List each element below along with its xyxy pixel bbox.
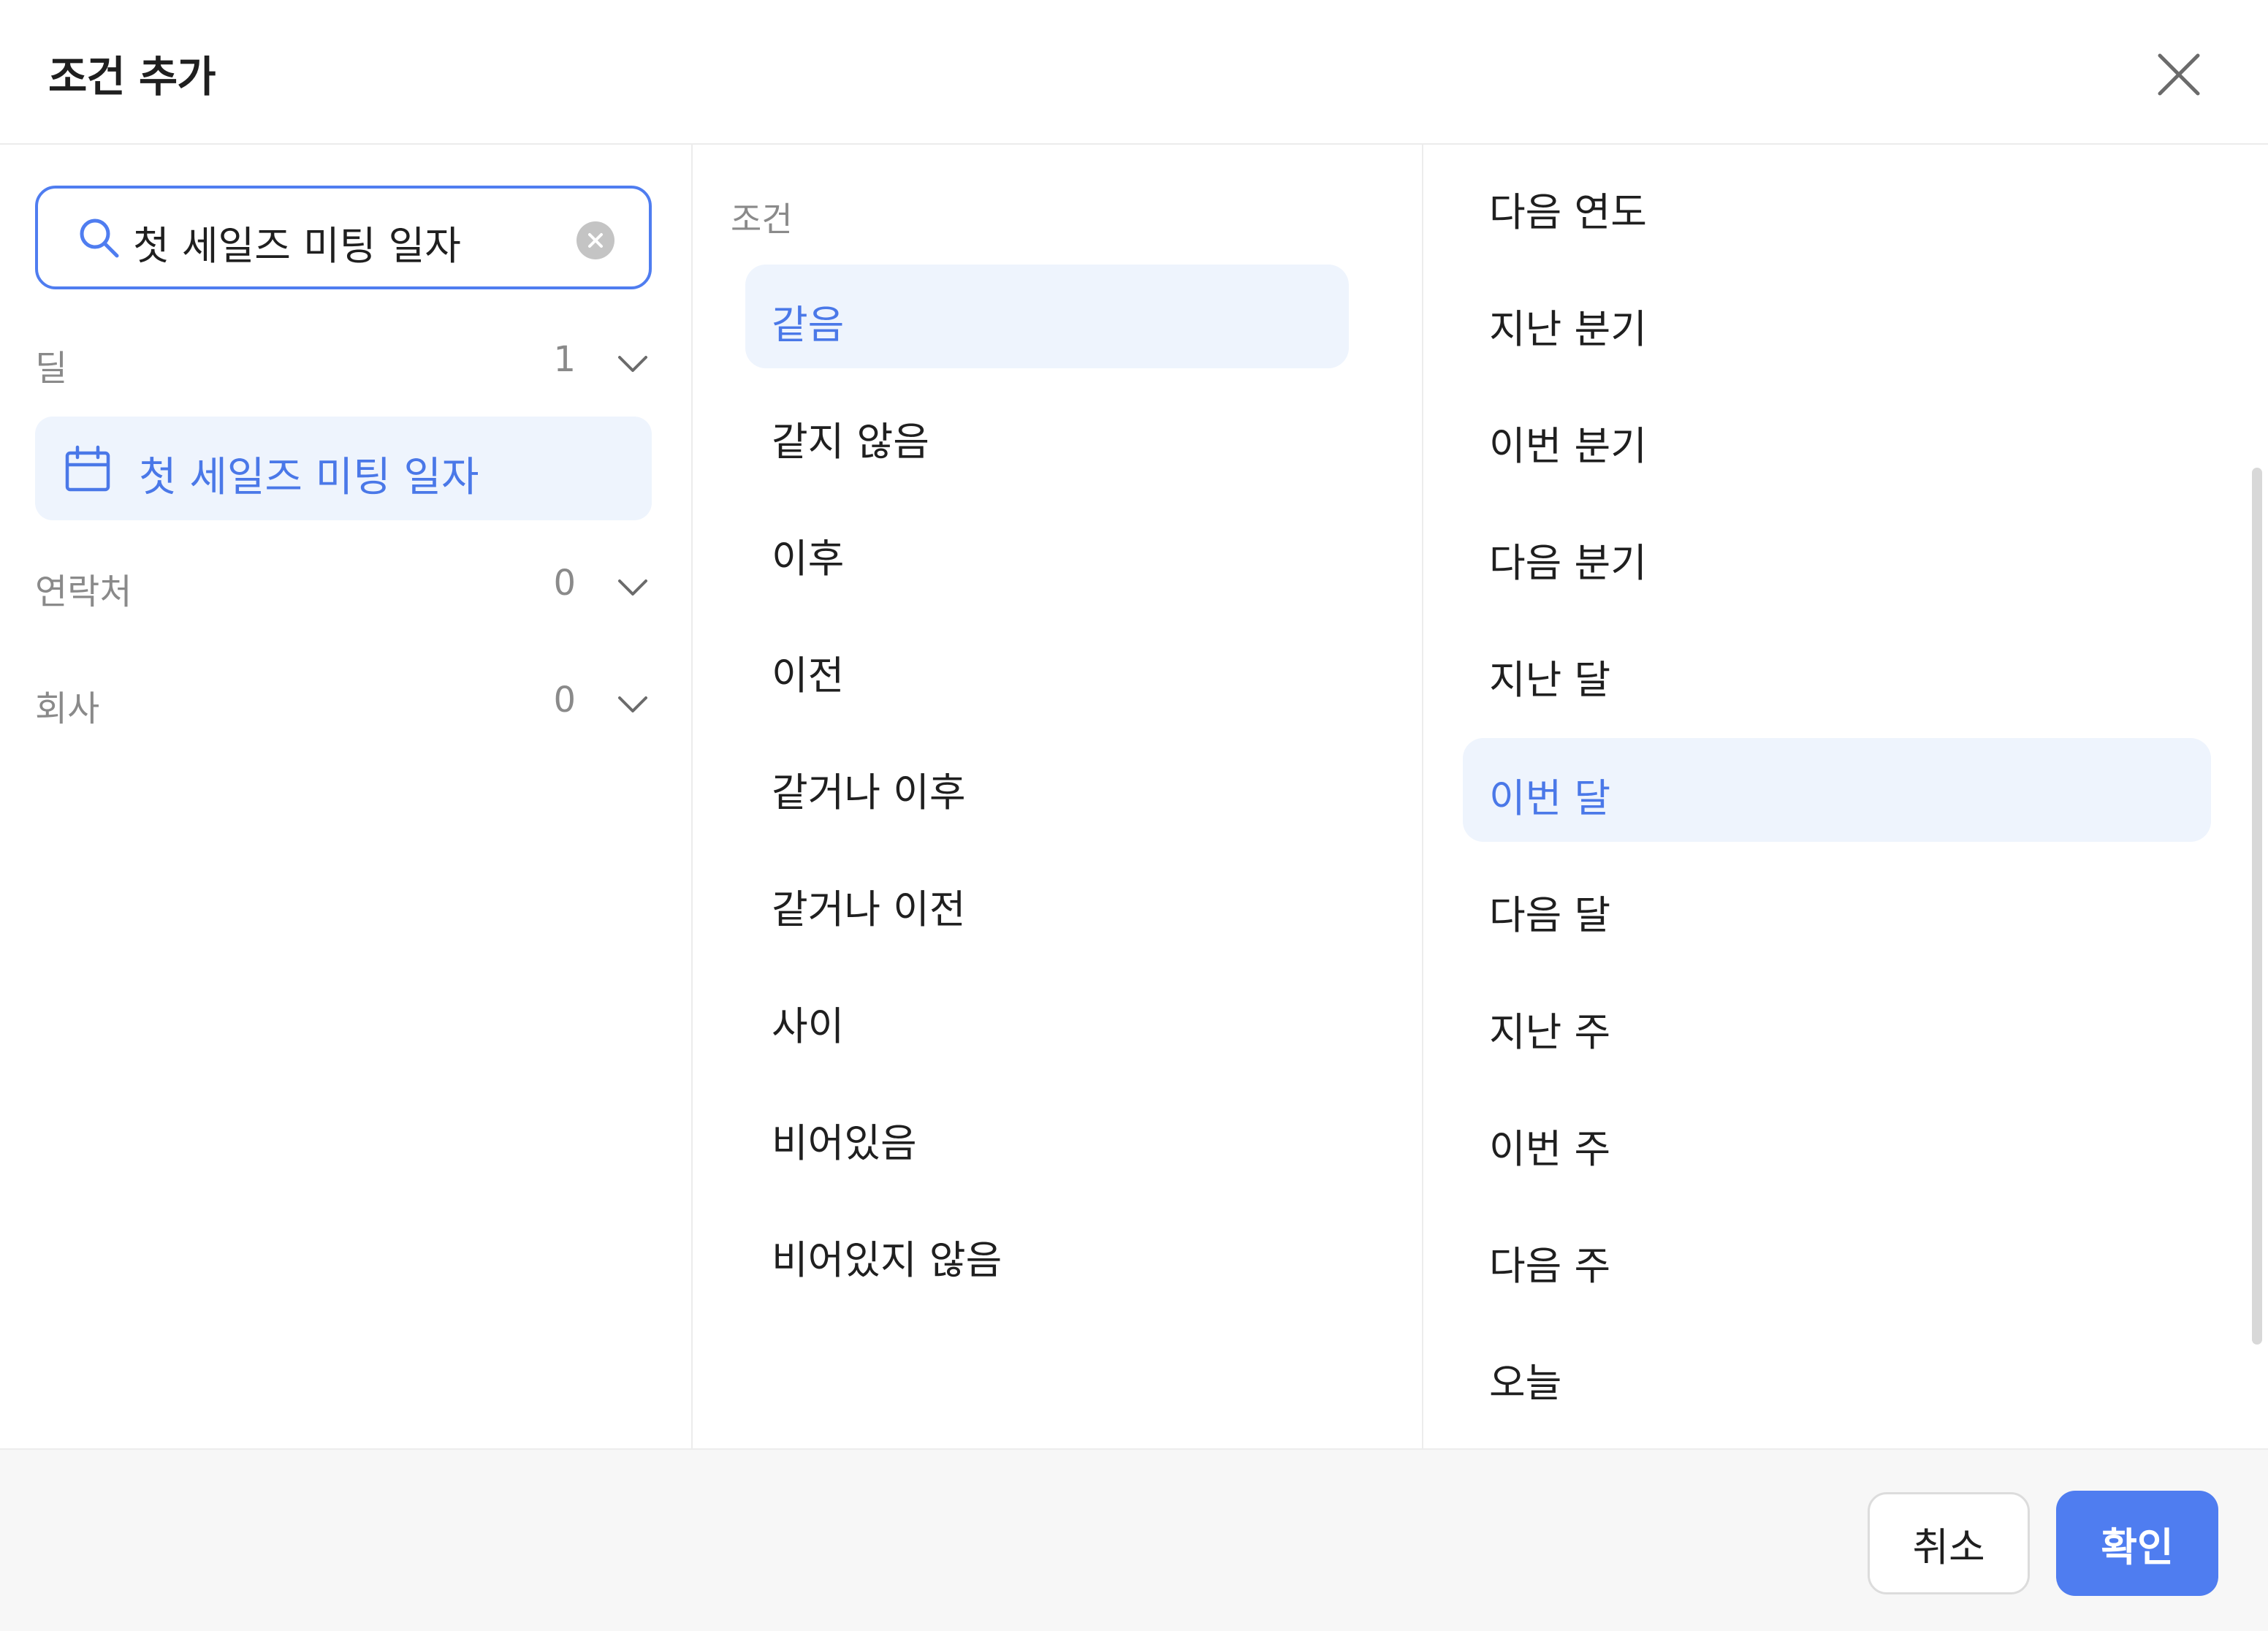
- chevron-down-icon[interactable]: [617, 571, 649, 604]
- chevron-down-icon[interactable]: [617, 688, 649, 721]
- period-option[interactable]: 다음 달: [1463, 855, 2211, 959]
- period-option[interactable]: 다음 분기: [1463, 503, 2211, 607]
- clear-search-icon[interactable]: [576, 221, 615, 260]
- condition-option[interactable]: 같거나 이전: [745, 849, 1349, 953]
- group-label: 딜: [35, 348, 68, 389]
- close-icon[interactable]: [2153, 48, 2205, 101]
- period-option[interactable]: 지난 분기: [1463, 269, 2211, 373]
- column-divider: [1422, 145, 1423, 1448]
- group-count: 0: [553, 680, 576, 721]
- group-count: 1: [553, 339, 576, 380]
- condition-option[interactable]: 같음: [745, 265, 1349, 368]
- field-first-sales-meeting-date[interactable]: 첫 세일즈 미팅 일자: [35, 417, 652, 520]
- condition-option[interactable]: 이전: [745, 615, 1349, 719]
- period-option[interactable]: 지난 주: [1463, 972, 2211, 1076]
- period-option[interactable]: 지난 달: [1463, 620, 2211, 723]
- field-label: 첫 세일즈 미팅 일자: [139, 454, 479, 501]
- condition-option[interactable]: 같거나 이후: [745, 732, 1349, 836]
- chevron-down-icon[interactable]: [617, 348, 649, 380]
- group-company[interactable]: 회사 0: [35, 672, 652, 731]
- scrollbar-thumb[interactable]: [2252, 468, 2262, 1345]
- search-icon: [76, 215, 123, 262]
- period-option[interactable]: 이번 주: [1463, 1089, 2211, 1193]
- period-option[interactable]: 이번 달: [1463, 738, 2211, 842]
- conditions-header: 조건: [731, 199, 793, 239]
- period-option[interactable]: 오늘: [1463, 1323, 2211, 1426]
- condition-option[interactable]: 이후: [745, 498, 1349, 602]
- confirm-button[interactable]: 확인: [2056, 1491, 2218, 1596]
- dialog-title: 조건 추가: [48, 52, 216, 102]
- group-label: 회사: [35, 688, 100, 729]
- condition-option[interactable]: 사이: [745, 966, 1349, 1070]
- calendar-icon: [63, 444, 113, 494]
- group-count: 0: [553, 563, 576, 604]
- dialog-header: 조건 추가: [0, 0, 2268, 145]
- condition-option[interactable]: 비어있음: [745, 1083, 1349, 1187]
- search-input[interactable]: 첫 세일즈 미팅 일자: [35, 186, 652, 289]
- group-label: 연락처: [35, 571, 132, 612]
- group-deal[interactable]: 딜 1: [35, 332, 652, 390]
- group-contact[interactable]: 연락처 0: [35, 555, 652, 614]
- period-option[interactable]: 다음 연도: [1463, 152, 2211, 256]
- cancel-button[interactable]: 취소: [1868, 1492, 2030, 1594]
- dialog-footer: 취소 확인: [0, 1448, 2268, 1631]
- period-option[interactable]: 다음 주: [1463, 1206, 2211, 1309]
- condition-option[interactable]: 같지 않음: [745, 381, 1349, 485]
- search-value[interactable]: 첫 세일즈 미팅 일자: [133, 213, 461, 271]
- condition-option[interactable]: 비어있지 않음: [745, 1200, 1349, 1304]
- column-divider: [691, 145, 693, 1448]
- period-option[interactable]: 이번 분기: [1463, 386, 2211, 490]
